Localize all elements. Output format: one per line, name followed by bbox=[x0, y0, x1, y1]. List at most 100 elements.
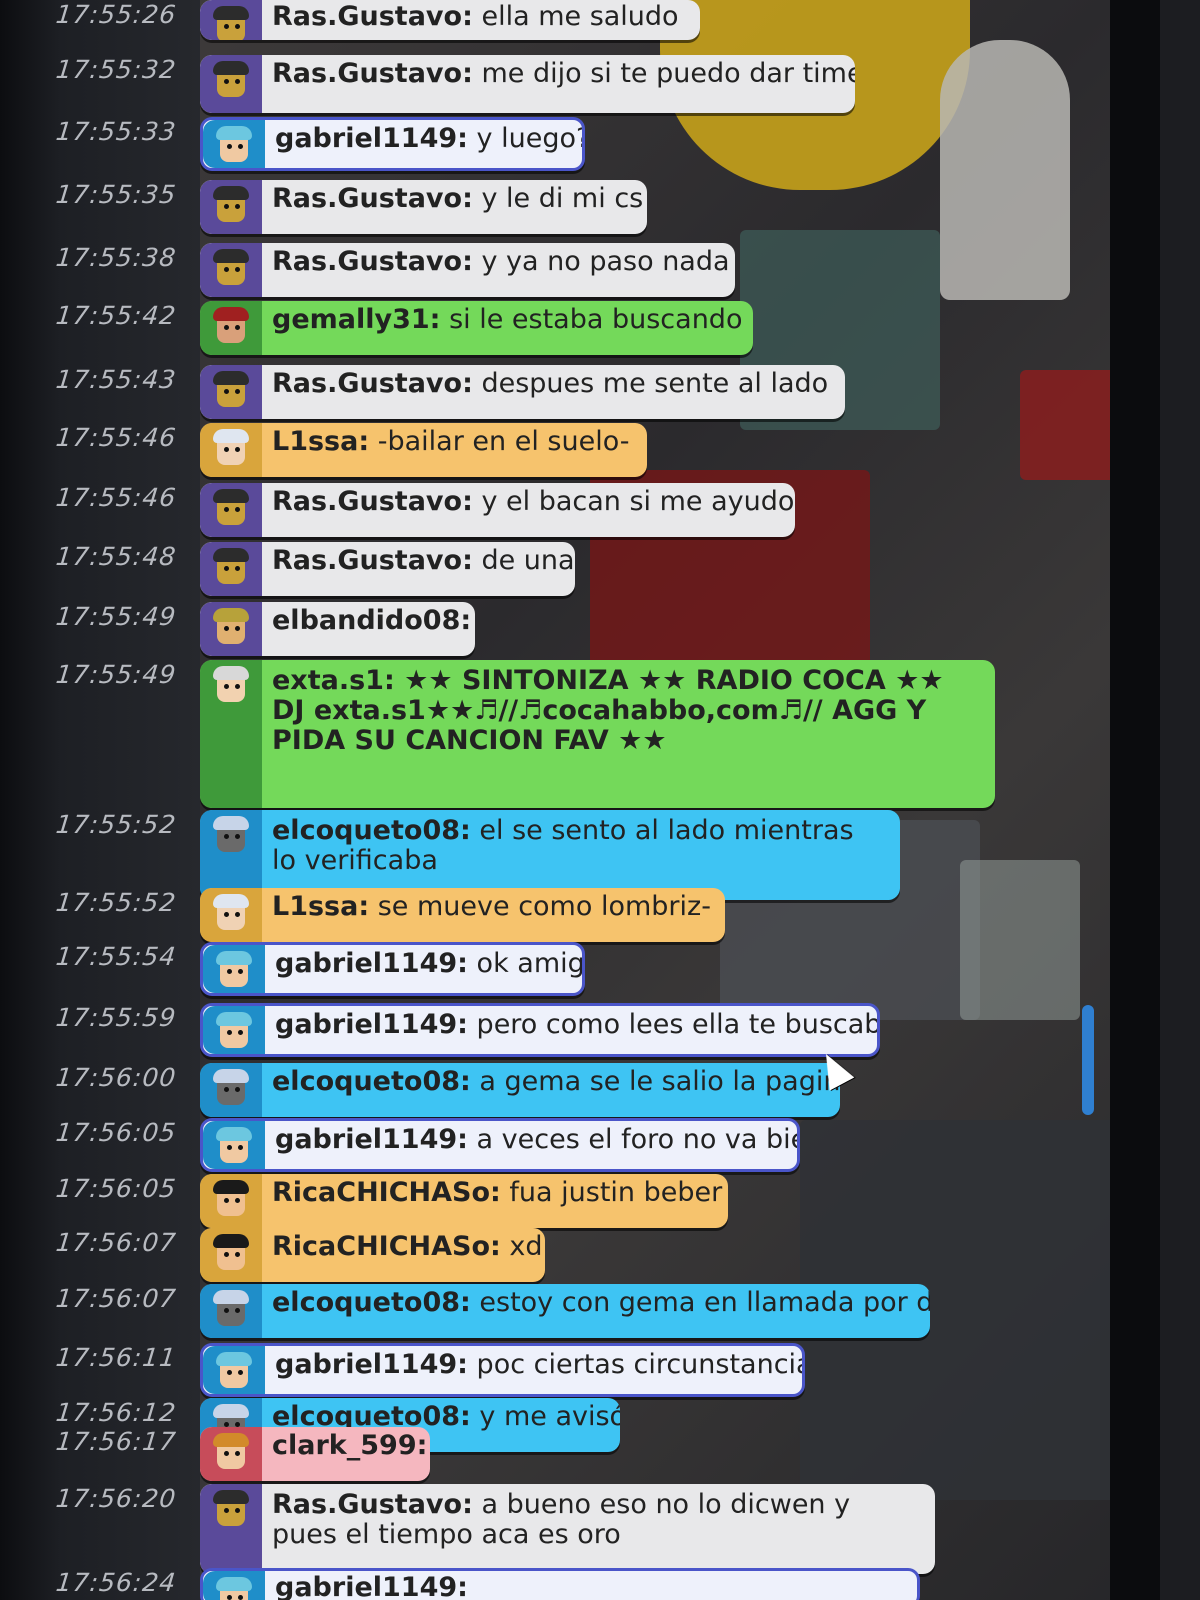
message-body: si le estaba buscando bbox=[440, 304, 743, 335]
username[interactable]: L1ssa: bbox=[272, 891, 369, 922]
username[interactable]: RicaCHICHASo: bbox=[272, 1231, 501, 1262]
username[interactable]: elcoqueto08: bbox=[272, 815, 471, 846]
message-body: fua justin beber bbox=[500, 1177, 723, 1208]
message-text: Ras.Gustavo: y le di mi cs bbox=[272, 183, 643, 214]
chat-bubble[interactable]: elcoqueto08: el se sento al lado mientra… bbox=[200, 810, 900, 900]
chat-scrollbar[interactable] bbox=[1082, 1005, 1094, 1115]
avatar-figure[interactable] bbox=[960, 860, 1080, 1020]
username[interactable]: elcoqueto08: bbox=[272, 1287, 471, 1318]
user-avatar-icon[interactable] bbox=[211, 892, 251, 936]
avatar-frame bbox=[200, 0, 262, 40]
message-timestamp: 17:56:24 bbox=[54, 1568, 178, 1597]
user-avatar-icon[interactable] bbox=[214, 1575, 254, 1600]
chat-bubble[interactable]: Ras.Gustavo: y ya no paso nada bbox=[200, 243, 735, 297]
chat-bubble[interactable]: elcoqueto08: a gema se le salio la pagin… bbox=[200, 1063, 840, 1117]
user-avatar-icon[interactable] bbox=[211, 4, 251, 40]
message-body: y le di mi cs bbox=[472, 183, 644, 214]
avatar-frame bbox=[200, 1427, 262, 1481]
avatar-frame bbox=[200, 243, 262, 297]
user-avatar-icon[interactable] bbox=[211, 664, 251, 708]
message-text: Ras.Gustavo: de una bbox=[272, 545, 575, 576]
username[interactable]: gabriel1149: bbox=[275, 1349, 468, 1380]
user-avatar-icon[interactable] bbox=[211, 247, 251, 291]
message-text: gabriel1149: ok amigo bbox=[275, 948, 582, 979]
user-avatar-icon[interactable] bbox=[211, 184, 251, 228]
chat-bubble[interactable]: Ras.Gustavo: y le di mi cs bbox=[200, 180, 647, 234]
user-avatar-icon[interactable] bbox=[214, 124, 254, 168]
chat-bubble[interactable]: elcoqueto08: estoy con gema en llamada p… bbox=[200, 1284, 930, 1338]
username[interactable]: Ras.Gustavo: bbox=[272, 368, 473, 399]
username[interactable]: Ras.Gustavo: bbox=[272, 58, 473, 89]
chat-bubble[interactable]: RicaCHICHASo: fua justin beber bbox=[200, 1174, 728, 1228]
message-body: y el bacan si me ayudo bbox=[472, 486, 795, 517]
message-timestamp: 17:55:38 bbox=[54, 243, 178, 272]
chat-bubble[interactable]: gemally31: si le estaba buscando bbox=[200, 301, 753, 355]
chat-bubble[interactable]: Ras.Gustavo: de una bbox=[200, 542, 575, 596]
chat-bubble[interactable]: clark_599: a bbox=[200, 1427, 430, 1481]
user-avatar-icon[interactable] bbox=[211, 814, 251, 858]
username[interactable]: gabriel1149: bbox=[275, 948, 468, 979]
avatar-frame bbox=[200, 55, 262, 113]
message-text: elcoqueto08: el se sento al lado mientra… bbox=[272, 816, 886, 876]
avatar-frame bbox=[200, 1063, 262, 1117]
user-avatar-icon[interactable] bbox=[214, 1350, 254, 1394]
chat-bubble[interactable]: L1ssa: -bailar en el suelo- bbox=[200, 423, 647, 477]
chat-bubble[interactable]: RicaCHICHASo: xd bbox=[200, 1228, 545, 1282]
user-avatar-icon[interactable] bbox=[211, 369, 251, 413]
chat-bubble[interactable]: Ras.Gustavo: y el bacan si me ayudo bbox=[200, 483, 795, 537]
user-avatar-icon[interactable] bbox=[211, 1178, 251, 1222]
chat-bubble[interactable]: gabriel1149: poc ciertas circunstancias bbox=[200, 1343, 805, 1397]
user-avatar-icon[interactable] bbox=[211, 1067, 251, 1111]
avatar-frame bbox=[200, 423, 262, 477]
user-avatar-icon[interactable] bbox=[214, 949, 254, 993]
username[interactable]: Ras.Gustavo: bbox=[272, 246, 473, 277]
message-timestamp: 17:55:54 bbox=[54, 942, 178, 971]
user-avatar-icon[interactable] bbox=[211, 1232, 251, 1276]
chat-bubble[interactable]: gabriel1149: ok amigo bbox=[200, 942, 585, 996]
username[interactable]: RicaCHICHASo: bbox=[272, 1177, 501, 1208]
username[interactable]: Ras.Gustavo: bbox=[272, 1489, 473, 1520]
user-avatar-icon[interactable] bbox=[214, 1125, 254, 1169]
username[interactable]: L1ssa: bbox=[272, 426, 369, 457]
message-text: gabriel1149: a veces el foro no va bien bbox=[275, 1124, 797, 1155]
message-text: RicaCHICHASo: xd bbox=[272, 1231, 543, 1262]
chat-bubble[interactable]: gabriel1149: bbox=[200, 1568, 920, 1600]
username[interactable]: clark_599: bbox=[272, 1430, 427, 1461]
username[interactable]: Ras.Gustavo: bbox=[272, 183, 473, 214]
chat-bubble[interactable]: Ras.Gustavo: despues me sente al lado bbox=[200, 365, 845, 419]
username[interactable]: Ras.Gustavo: bbox=[272, 1, 473, 32]
username[interactable]: Ras.Gustavo: bbox=[272, 486, 473, 517]
chat-bubble[interactable]: gabriel1149: a veces el foro no va bien bbox=[200, 1118, 800, 1172]
username[interactable]: gabriel1149: bbox=[275, 1124, 468, 1155]
chat-bubble[interactable]: Ras.Gustavo: a bueno eso no lo dicwen y … bbox=[200, 1484, 935, 1574]
user-avatar-icon[interactable] bbox=[211, 546, 251, 590]
username[interactable]: gemally31: bbox=[272, 304, 440, 335]
chat-bubble[interactable]: L1ssa: se mueve como lombriz- bbox=[200, 888, 725, 942]
chat-bubble[interactable]: elbandido08: bbox=[200, 602, 475, 656]
username[interactable]: gabriel1149: bbox=[275, 1572, 468, 1600]
chat-bubble[interactable]: Ras.Gustavo: me dijo si te puedo dar tim… bbox=[200, 55, 855, 113]
avatar-frame bbox=[200, 1284, 262, 1338]
username[interactable]: Ras.Gustavo: bbox=[272, 545, 473, 576]
user-avatar-icon[interactable] bbox=[214, 1010, 254, 1054]
username[interactable]: elbandido08: bbox=[272, 605, 471, 636]
username[interactable]: gabriel1149: bbox=[275, 1009, 468, 1040]
message-text: exta.s1: ★★ SINTONIZA ★★ RADIO COCA ★★ D… bbox=[272, 666, 981, 756]
message-timestamp: 17:55:52 bbox=[54, 888, 178, 917]
chat-bubble[interactable]: exta.s1: ★★ SINTONIZA ★★ RADIO COCA ★★ D… bbox=[200, 660, 995, 808]
chat-bubble[interactable]: gabriel1149: y luego? bbox=[200, 117, 585, 171]
username[interactable]: elcoqueto08: bbox=[272, 1066, 471, 1097]
username[interactable]: exta.s1: bbox=[272, 665, 395, 696]
user-avatar-icon[interactable] bbox=[211, 606, 251, 650]
message-timestamp: 17:56:05 bbox=[54, 1118, 178, 1147]
user-avatar-icon[interactable] bbox=[211, 59, 251, 103]
user-avatar-icon[interactable] bbox=[211, 487, 251, 531]
user-avatar-icon[interactable] bbox=[211, 305, 251, 349]
user-avatar-icon[interactable] bbox=[211, 1431, 251, 1475]
chat-bubble[interactable]: Ras.Gustavo: ella me saludo bbox=[200, 0, 700, 40]
user-avatar-icon[interactable] bbox=[211, 1488, 251, 1532]
user-avatar-icon[interactable] bbox=[211, 1288, 251, 1332]
user-avatar-icon[interactable] bbox=[211, 427, 251, 471]
username[interactable]: gabriel1149: bbox=[275, 123, 468, 154]
chat-bubble[interactable]: gabriel1149: pero como lees ella te busc… bbox=[200, 1003, 880, 1057]
